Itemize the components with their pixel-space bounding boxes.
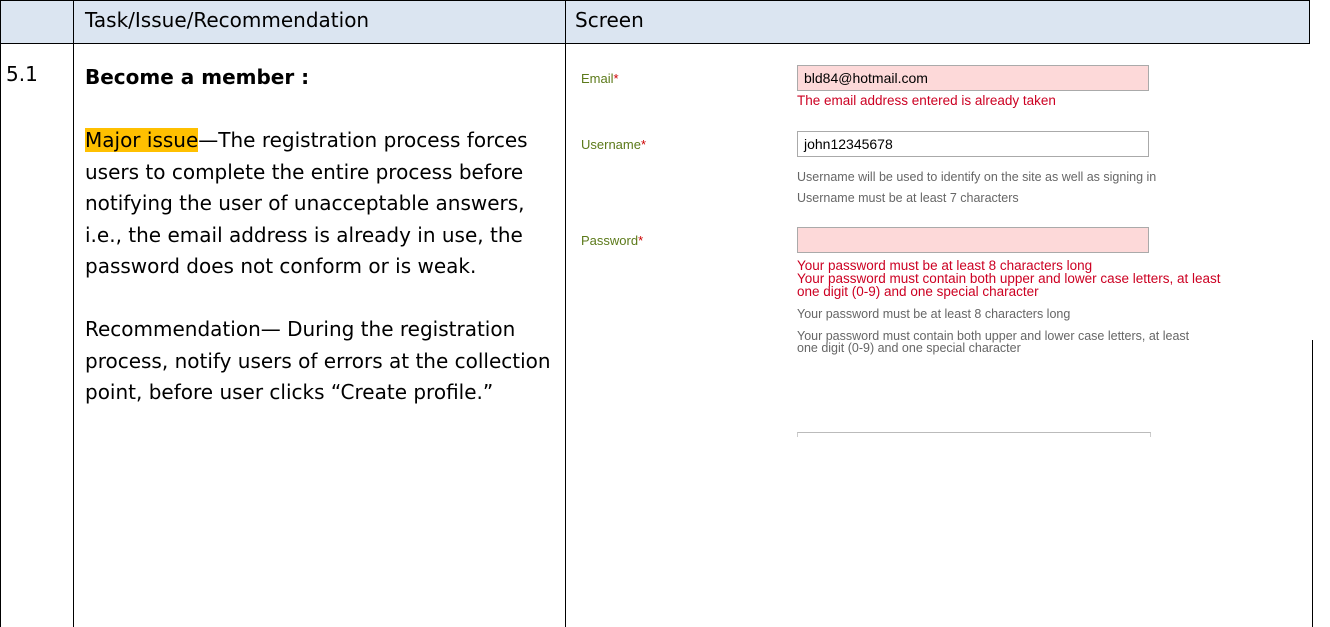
password-error-2b: one digit (0-9) and one special characte… (797, 284, 1039, 299)
next-field-partial (797, 432, 1151, 437)
screenshot-right-edge (1312, 340, 1313, 627)
header-screen-cell: Screen (575, 8, 644, 32)
email-field[interactable]: bld84@hotmail.com (797, 65, 1149, 91)
recommendation-paragraph: Recommendation— During the registration … (85, 317, 551, 404)
password-label: Password* (581, 233, 644, 248)
username-help-1: Username will be used to identify on the… (797, 170, 1157, 184)
email-error-message: The email address entered is already tak… (797, 93, 1056, 108)
username-field[interactable]: john12345678 (797, 131, 1149, 157)
task-cell: Become a member : Major issue—The regist… (85, 62, 555, 409)
email-label: Email* (581, 71, 619, 86)
issue-paragraph: Major issue—The registration process for… (85, 125, 555, 283)
row-number: 5.1 (6, 62, 38, 86)
username-label: Username* (581, 137, 647, 152)
column-divider-1 (73, 0, 74, 627)
table-right-border (1309, 0, 1310, 44)
password-field[interactable] (797, 227, 1149, 253)
password-help-2b: one digit (0-9) and one special characte… (797, 341, 1021, 355)
table-top-border (0, 0, 1310, 1)
registration-form-screenshot: Email* bld84@hotmail.com The email addre… (566, 44, 1310, 627)
password-help-1: Your password must be at least 8 charact… (797, 307, 1071, 321)
username-help-2: Username must be at least 7 characters (797, 191, 1019, 205)
major-issue-tag: Major issue (85, 128, 199, 152)
header-task-cell: Task/Issue/Recommendation (85, 8, 370, 32)
table-left-border (0, 0, 1, 627)
task-title: Become a member : (85, 65, 310, 89)
